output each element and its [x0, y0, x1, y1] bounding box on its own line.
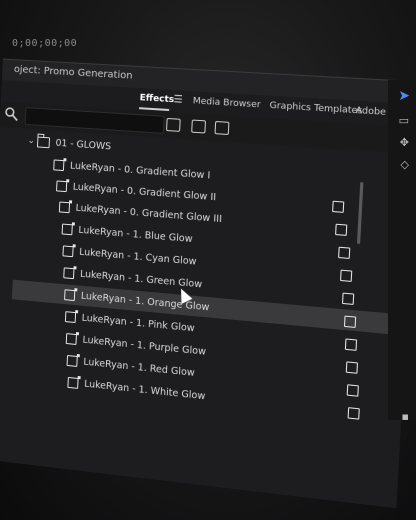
- tools-panel: ➤ ▭ ✥ ◇ ▪: [388, 80, 416, 423]
- preset-icon: [56, 179, 68, 192]
- delete-icon[interactable]: [214, 120, 230, 136]
- screen: 0;00;00;00 oject: Promo Generation Effec…: [0, 0, 416, 520]
- preset-icon: [63, 266, 75, 279]
- search-icon: [4, 106, 20, 123]
- accelerated-badge-icon: [341, 292, 355, 305]
- chevron-down-icon[interactable]: ⌄: [27, 136, 37, 146]
- accelerated-badge-icon: [343, 315, 357, 328]
- folder-label: 01 - GLOWS: [55, 137, 112, 152]
- tab-graphics-templates[interactable]: Graphics Templates: [269, 101, 362, 117]
- accelerated-badge-icon: [335, 223, 348, 236]
- razor-tool-icon[interactable]: ◇: [401, 158, 409, 171]
- selection-tool-icon[interactable]: ➤: [398, 88, 410, 104]
- new-preset-icon[interactable]: [191, 119, 207, 134]
- preset-icon: [58, 200, 71, 213]
- preset-icon: [53, 158, 65, 171]
- hand-tool-icon[interactable]: ▪: [402, 410, 409, 423]
- preset-icon: [62, 244, 74, 257]
- preset-icon: [64, 310, 77, 323]
- accelerated-badge-icon: [340, 269, 353, 282]
- tab-effects[interactable]: Effects: [139, 93, 174, 105]
- accelerated-badge-icon: [345, 361, 359, 374]
- accelerated-badge-icon: [332, 200, 345, 213]
- menu-icon[interactable]: ☰: [173, 94, 183, 106]
- effects-tree: ⌄ 01 - GLOWS LukeRyan - 0. Gradient Glow…: [0, 127, 416, 509]
- preset-icon: [65, 332, 77, 345]
- track-select-tool-icon[interactable]: ▭: [399, 114, 409, 127]
- accelerated-badge-icon: [346, 384, 359, 397]
- tab-adobe[interactable]: Adobe: [355, 106, 386, 118]
- folder-icon: [36, 136, 51, 148]
- tab-media-browser[interactable]: Media Browser: [193, 96, 261, 110]
- accelerated-badge-icon: [338, 246, 351, 259]
- accelerated-badge-icon: [347, 407, 360, 420]
- preset-icon: [66, 354, 78, 367]
- new-bin-icon[interactable]: [165, 117, 181, 132]
- preset-icon: [67, 376, 79, 389]
- tree-item-label: LukeRyan - 1. Cyan Glow: [78, 246, 197, 268]
- tree-item-label: LukeRyan - 1. Blue Glow: [78, 224, 193, 245]
- accelerated-badge-icon: [344, 338, 358, 351]
- preset-icon: [61, 223, 73, 235]
- ripple-edit-tool-icon[interactable]: ✥: [400, 136, 409, 149]
- preset-icon: [64, 288, 76, 301]
- timecode: 0;00;00;00: [12, 38, 78, 49]
- project-title: oject: Promo Generation: [13, 64, 133, 82]
- effects-panel: oject: Promo Generation Effects ☰ Media …: [0, 48, 416, 514]
